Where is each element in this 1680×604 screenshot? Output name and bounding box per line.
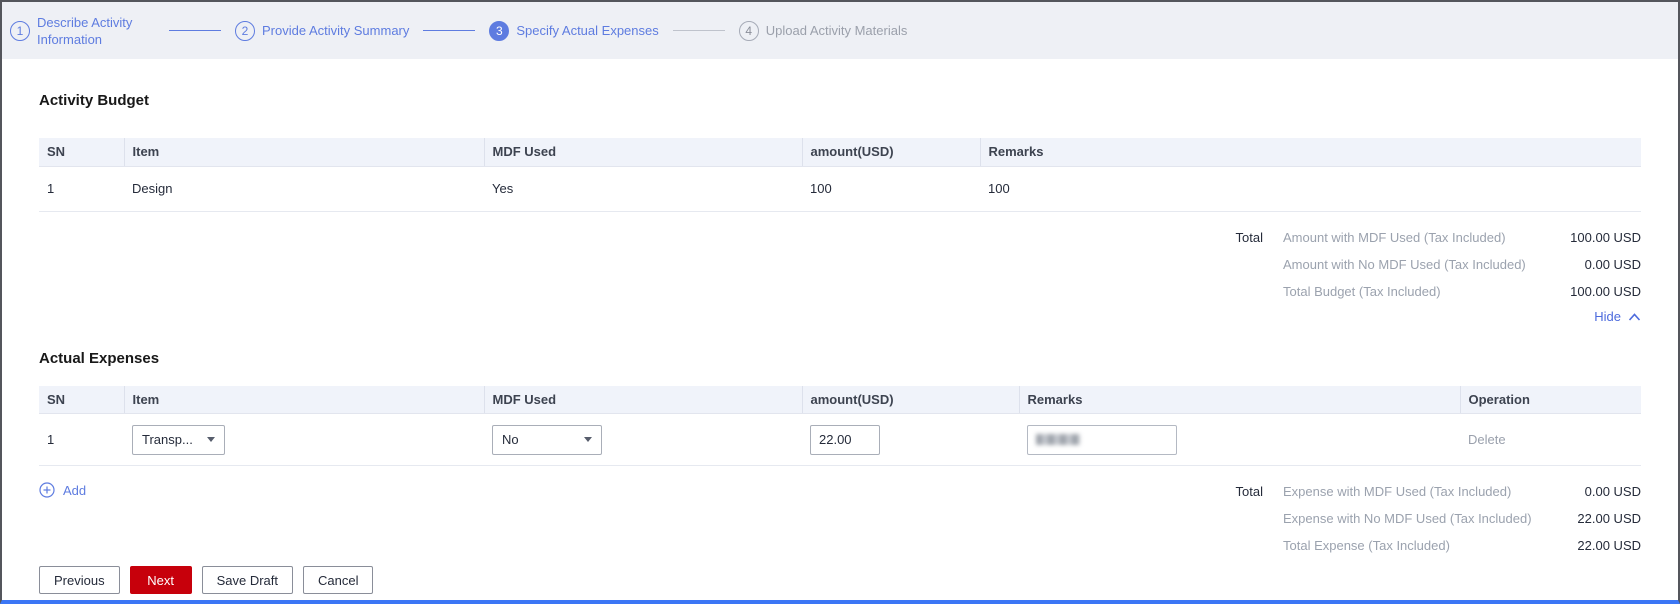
budget-table-row: 1 Design Yes 100 100	[39, 166, 1641, 211]
budget-total-label: Total Budget (Tax Included)	[1283, 278, 1541, 305]
budget-col-mdf-used: MDF Used	[484, 138, 802, 166]
step-describe-activity-information[interactable]: 1 Describe Activity Information	[10, 14, 155, 48]
budget-header-row: SN Item MDF Used amount(USD) Remarks	[39, 138, 1641, 166]
budget-cell-sn: 1	[39, 166, 124, 211]
save-draft-button[interactable]: Save Draft	[202, 566, 293, 594]
budget-col-remarks: Remarks	[980, 138, 1641, 166]
chevron-up-icon	[1628, 312, 1641, 322]
cancel-button[interactable]: Cancel	[303, 566, 373, 594]
item-select-value: Transp...	[142, 432, 193, 447]
wizard-page: 1 Describe Activity Information 2 Provid…	[0, 0, 1680, 604]
amount-input[interactable]	[810, 425, 880, 455]
step-connector	[673, 30, 725, 31]
step-connector	[169, 30, 221, 31]
expense-totals: Total Expense with MDF Used (Tax Include…	[1236, 478, 1641, 559]
expenses-col-remarks: Remarks	[1019, 386, 1460, 414]
step-specify-actual-expenses[interactable]: 3 Specify Actual Expenses	[489, 21, 658, 41]
step-2-label: Provide Activity Summary	[262, 22, 409, 39]
mdf-used-select[interactable]: No	[492, 425, 602, 455]
expense-total-label: Expense with MDF Used (Tax Included)	[1283, 478, 1541, 505]
expenses-header-row: SN Item MDF Used amount(USD) Remarks Ope…	[39, 386, 1641, 414]
step-provide-activity-summary[interactable]: 2 Provide Activity Summary	[235, 21, 409, 41]
caret-down-icon	[207, 437, 215, 442]
footer-button-row: Previous Next Save Draft Cancel	[39, 566, 1641, 594]
budget-col-item: Item	[124, 138, 484, 166]
caret-down-icon	[584, 437, 592, 442]
expense-cell-item: Transp...	[124, 414, 484, 466]
step-connector	[423, 30, 475, 31]
previous-button[interactable]: Previous	[39, 566, 120, 594]
expense-total-word: Total	[1236, 478, 1283, 505]
remarks-redacted-text	[1036, 434, 1080, 445]
activity-budget-title: Activity Budget	[39, 91, 1641, 111]
step-1-label: Describe Activity Information	[37, 14, 155, 48]
expense-cell-sn: 1	[39, 414, 124, 466]
expenses-col-amount: amount(USD)	[802, 386, 1019, 414]
budget-cell-amount: 100	[802, 166, 980, 211]
budget-col-sn: SN	[39, 138, 124, 166]
budget-col-amount: amount(USD)	[802, 138, 980, 166]
step-4-circle: 4	[739, 21, 759, 41]
add-and-totals-section: Add Total Expense with MDF Used (Tax Inc…	[39, 478, 1641, 559]
expense-cell-remarks	[1019, 414, 1460, 466]
budget-total-value: 0.00 USD	[1541, 251, 1641, 278]
actual-expenses-title: Actual Expenses	[39, 349, 1641, 369]
budget-cell-item: Design	[124, 166, 484, 211]
expenses-col-sn: SN	[39, 386, 124, 414]
budget-total-word: Total	[1236, 224, 1283, 251]
budget-totals: Total Amount with MDF Used (Tax Included…	[1236, 224, 1641, 305]
plus-circle-icon	[39, 482, 55, 498]
expense-total-value: 0.00 USD	[1541, 478, 1641, 505]
step-3-label: Specify Actual Expenses	[516, 22, 658, 39]
expenses-col-operation: Operation	[1460, 386, 1641, 414]
expense-total-value: 22.00 USD	[1541, 532, 1641, 559]
step-upload-activity-materials[interactable]: 4 Upload Activity Materials	[739, 21, 908, 41]
step-3-circle: 3	[489, 21, 509, 41]
expense-total-label: Total Expense (Tax Included)	[1283, 532, 1541, 559]
expense-table-row: 1 Transp... No	[39, 414, 1641, 466]
hide-budget-totals-link[interactable]: Hide	[1594, 307, 1641, 327]
remarks-input[interactable]	[1027, 425, 1177, 455]
next-button[interactable]: Next	[130, 566, 192, 594]
delete-row-link[interactable]: Delete	[1468, 432, 1506, 447]
expenses-col-mdf-used: MDF Used	[484, 386, 802, 414]
add-link-label: Add	[63, 483, 86, 498]
expense-cell-operation: Delete	[1460, 414, 1641, 466]
actual-expenses-table: SN Item MDF Used amount(USD) Remarks Ope…	[39, 386, 1641, 467]
expense-cell-mdf-used: No	[484, 414, 802, 466]
expense-cell-amount	[802, 414, 1019, 466]
expense-total-label: Expense with No MDF Used (Tax Included)	[1283, 505, 1541, 532]
budget-total-value: 100.00 USD	[1541, 224, 1641, 251]
budget-total-label: Amount with No MDF Used (Tax Included)	[1283, 251, 1541, 278]
step-1-circle: 1	[10, 21, 30, 41]
step-4-label: Upload Activity Materials	[766, 22, 908, 39]
form-content: Activity Budget SN Item MDF Used amount(…	[2, 91, 1678, 594]
hide-link-label: Hide	[1594, 309, 1621, 324]
activity-budget-table: SN Item MDF Used amount(USD) Remarks 1 D…	[39, 138, 1641, 212]
wizard-stepper: 1 Describe Activity Information 2 Provid…	[2, 2, 1678, 59]
budget-cell-remarks: 100	[980, 166, 1641, 211]
item-select[interactable]: Transp...	[132, 425, 225, 455]
budget-total-label: Amount with MDF Used (Tax Included)	[1283, 224, 1541, 251]
budget-cell-mdf-used: Yes	[484, 166, 802, 211]
add-expense-link[interactable]: Add	[39, 482, 86, 498]
mdf-used-select-value: No	[502, 432, 519, 447]
expense-total-value: 22.00 USD	[1541, 505, 1641, 532]
expenses-col-item: Item	[124, 386, 484, 414]
step-2-circle: 2	[235, 21, 255, 41]
budget-total-value: 100.00 USD	[1541, 278, 1641, 305]
